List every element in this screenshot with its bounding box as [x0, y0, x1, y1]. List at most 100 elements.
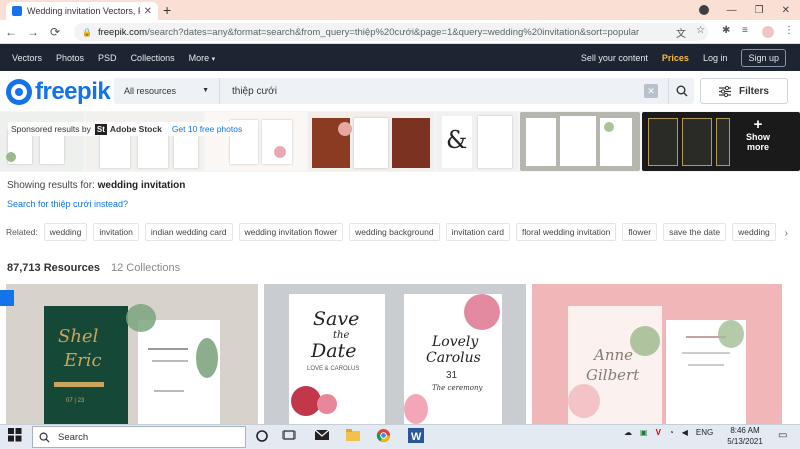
filters-button[interactable]: Filters: [700, 78, 788, 104]
related-tag[interactable]: invitation: [93, 223, 139, 241]
prices-link[interactable]: Prices: [662, 53, 689, 63]
show-more-line-2: more: [746, 142, 769, 152]
search-instead-link[interactable]: Search for thiệp cưới instead?: [7, 199, 128, 209]
sponsored-thumb-1[interactable]: [0, 112, 84, 171]
url-host: freepik.com: [97, 26, 148, 38]
extensions-puzzle-icon[interactable]: ✱: [722, 25, 730, 36]
close-window-icon[interactable]: ✕: [782, 5, 790, 16]
taskbar-search[interactable]: Search: [32, 426, 246, 448]
browser-tab[interactable]: Wedding invitation Vectors, Photos ✕: [6, 2, 158, 20]
chevron-down-icon: ▾: [211, 55, 216, 63]
avatar[interactable]: [762, 26, 774, 38]
related-tag[interactable]: wedding background: [349, 223, 440, 241]
card-day: 31: [446, 370, 458, 381]
search-icon: [39, 432, 50, 443]
card-script: Shel: [58, 326, 99, 347]
language-indicator[interactable]: ENG: [696, 428, 713, 437]
show-more-button[interactable]: + Show more: [735, 116, 781, 152]
related-tag[interactable]: invitation card: [445, 223, 511, 241]
security-icon[interactable]: ▣: [640, 428, 648, 437]
search-button[interactable]: [668, 78, 694, 104]
windows-start-icon[interactable]: [8, 428, 22, 447]
sliders-icon: [718, 85, 731, 97]
related-tag[interactable]: save the date: [663, 223, 727, 241]
lock-icon: 🔒: [82, 27, 92, 37]
tab-title: Wedding invitation Vectors, Photos: [27, 6, 140, 16]
sponsored-thumb-4[interactable]: [308, 112, 434, 171]
url-path: /search?dates=any&format=search&from_que…: [147, 26, 640, 38]
resource-type-select[interactable]: All resources ▼: [114, 78, 220, 104]
sell-content-link[interactable]: Sell your content: [581, 53, 648, 63]
result-card-1[interactable]: Shel Eric 07 | 23: [6, 284, 258, 424]
close-tab-icon[interactable]: ✕: [144, 6, 152, 17]
result-card-3[interactable]: Anne Gilbert: [532, 284, 782, 424]
adobe-stock-logo-icon: St: [94, 123, 107, 135]
minimize-icon[interactable]: —: [727, 5, 737, 16]
nav-collections[interactable]: Collections: [131, 53, 175, 63]
details-card: [666, 320, 746, 424]
card-subtitle: LOVE & CAROLUS: [307, 366, 360, 372]
speaker-icon[interactable]: ◀: [682, 428, 688, 437]
address-bar[interactable]: 🔒 freepik.com /search?dates=any&format=s…: [74, 23, 708, 41]
resources-count[interactable]: 87,713 Resources: [7, 262, 100, 274]
taskbar-search-label: Search: [58, 431, 89, 443]
sponsored-thumb-6[interactable]: [520, 112, 640, 171]
card-script: Anne: [594, 346, 634, 364]
signup-button[interactable]: Sign up: [741, 48, 786, 67]
freepik-logo-icon: [6, 79, 32, 105]
feedback-tab[interactable]: [0, 290, 14, 306]
chevron-right-icon[interactable]: ›: [785, 228, 788, 239]
nav-psd[interactable]: PSD: [98, 53, 117, 63]
reload-icon[interactable]: ⟳: [44, 25, 66, 39]
forward-arrow-icon[interactable]: →: [22, 25, 44, 39]
free-photos-link[interactable]: Get 10 free photos: [172, 124, 242, 134]
reading-list-icon[interactable]: ≡: [742, 25, 748, 36]
related-tag[interactable]: wedding: [43, 223, 88, 241]
word-icon[interactable]: W: [408, 428, 424, 444]
nav-right: Sell your content Prices Log in Sign up: [581, 44, 800, 71]
cloud-icon[interactable]: ☁: [624, 428, 632, 437]
clock-time: 8:46 AM: [730, 426, 760, 435]
sponsored-thumb-5[interactable]: &: [436, 112, 518, 171]
wifi-icon[interactable]: ◔: [669, 428, 674, 437]
result-card-2[interactable]: Save the Date LOVE & CAROLUS Lovely Caro…: [264, 284, 526, 424]
nav-vectors[interactable]: Vectors: [12, 53, 42, 63]
svg-text:W: W: [411, 431, 422, 443]
notification-icon[interactable]: ▭: [778, 430, 787, 441]
back-arrow-icon[interactable]: ←: [0, 25, 22, 39]
plus-icon: +: [753, 116, 763, 133]
related-tag[interactable]: wedding: [732, 223, 776, 241]
cortana-icon[interactable]: [255, 428, 271, 444]
task-view-icon[interactable]: [281, 428, 298, 444]
search-input[interactable]: thiệp cưới: [220, 86, 644, 97]
chrome-icon[interactable]: [376, 428, 392, 444]
translate-icon[interactable]: 文: [676, 25, 686, 40]
related-tag[interactable]: floral wedding invitation: [516, 223, 617, 241]
mail-icon[interactable]: [314, 428, 330, 444]
show-more-line-1: Show: [746, 132, 770, 142]
new-tab-button[interactable]: +: [163, 2, 171, 18]
card-script: Eric: [64, 350, 102, 371]
sponsored-thumb-3[interactable]: [206, 112, 306, 171]
antivirus-icon[interactable]: V: [656, 428, 661, 437]
related-tag[interactable]: indian wedding card: [144, 223, 233, 241]
nav-more[interactable]: More ▾: [189, 53, 216, 63]
anne-gilbert-card: Anne Gilbert: [568, 306, 662, 424]
nav-photos[interactable]: Photos: [56, 53, 84, 63]
collections-count[interactable]: 12 Collections: [111, 262, 180, 274]
card-script: Date: [311, 340, 357, 362]
maximize-icon[interactable]: ❐: [755, 5, 764, 16]
related-tag[interactable]: flower: [622, 223, 658, 241]
bookmark-star-icon[interactable]: ☆: [696, 25, 705, 36]
white-invitation: [138, 320, 220, 424]
file-explorer-icon[interactable]: [345, 428, 361, 444]
freepik-logo[interactable]: freepik: [6, 78, 111, 106]
taskbar-clock[interactable]: 8:46 AM 5/13/2021: [720, 425, 770, 447]
freepik-favicon-icon: [12, 6, 22, 16]
login-link[interactable]: Log in: [703, 53, 728, 63]
browser-menu-icon[interactable]: ⋮: [784, 25, 794, 36]
profile-icon[interactable]: [698, 5, 709, 15]
sponsored-thumb-2[interactable]: [86, 112, 204, 171]
clear-search-icon[interactable]: ✕: [644, 84, 658, 98]
related-tag[interactable]: wedding invitation flower: [238, 223, 344, 241]
